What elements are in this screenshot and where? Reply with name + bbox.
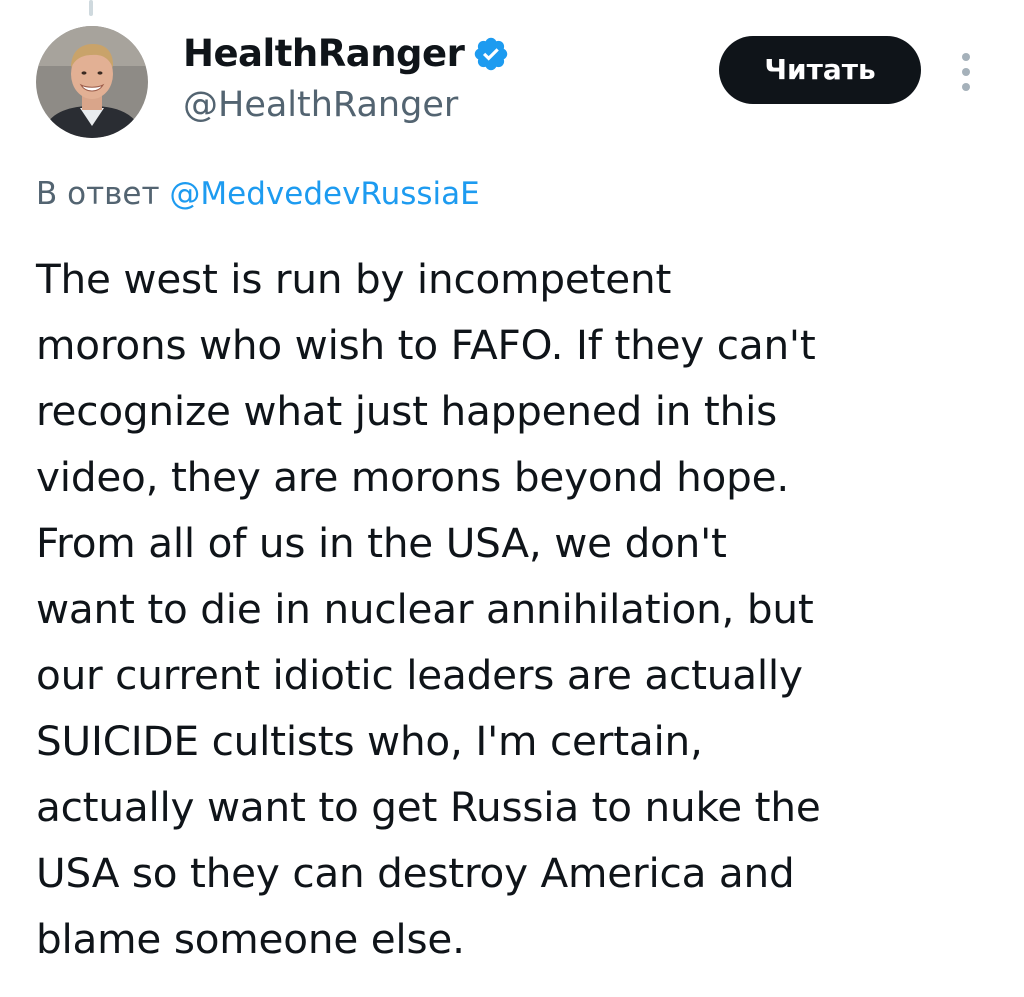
thread-connector-line [89, 0, 93, 16]
tweet-text-line: USA so they can destroy America and [36, 849, 795, 897]
tweet-text-line: blame someone else. [36, 915, 465, 963]
author-display-name[interactable]: HealthRanger [183, 30, 465, 78]
tweet-text-line: morons who wish to FAFO. If they can't [36, 321, 816, 369]
tweet-text-line: SUICIDE cultists who, I'm certain, [36, 717, 703, 765]
author-name-row: HealthRanger [183, 30, 510, 78]
reply-context: В ответ @MedvedevRussiaE [36, 172, 480, 216]
tweet-text-line: The west is run by incompetent [36, 255, 672, 303]
reply-prefix: В ответ [36, 176, 160, 212]
more-vertical-icon[interactable] [952, 50, 980, 94]
avatar[interactable] [36, 26, 148, 138]
tweet-text-line: From all of us in the USA, we don't [36, 519, 727, 567]
reply-to-handle-link[interactable]: @MedvedevRussiaE [169, 176, 479, 212]
author-username[interactable]: @HealthRanger [183, 82, 458, 128]
tweet-text-line: recognize what just happened in this [36, 387, 778, 435]
tweet-text-line: actually want to get Russia to nuke the [36, 783, 821, 831]
tweet-text-line: our current idiotic leaders are actually [36, 651, 803, 699]
follow-button[interactable]: Читать [719, 36, 921, 104]
tweet-text: The west is run by incompetent morons wh… [36, 246, 996, 972]
tweet-text-line: want to die in nuclear annihilation, but [36, 585, 814, 633]
tweet-text-line: video, they are morons beyond hope. [36, 453, 790, 501]
verified-badge-icon [472, 35, 510, 73]
profile-photo [36, 26, 148, 138]
